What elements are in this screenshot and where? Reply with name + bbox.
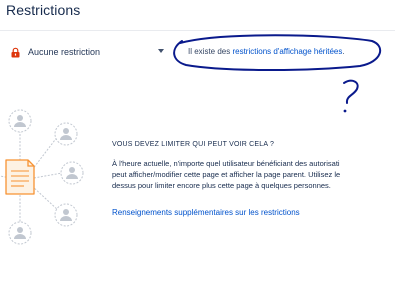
info-body: À l'heure actuelle, n'importe quel utili… (112, 158, 395, 191)
info-line: peut afficher/modifier cette page et aff… (112, 170, 341, 179)
inherited-restrictions-notice: Il existe des restrictions d'affichage h… (188, 47, 345, 56)
page-title: Restrictions (6, 2, 81, 18)
annotation-question-dot (343, 109, 347, 113)
user-icon-top-left (8, 109, 32, 133)
user-icon-bottom-right (54, 203, 78, 227)
info-line: dessus pour limiter encore plus cette pa… (112, 181, 331, 190)
red-lock-icon (10, 47, 21, 58)
restriction-select[interactable]: Aucune restriction (6, 40, 168, 64)
chevron-down-icon (158, 49, 164, 53)
restriction-illustration (0, 109, 84, 245)
user-icon-bottom-left (8, 221, 32, 245)
inherited-notice-suffix: . (342, 47, 345, 56)
document-icon (5, 159, 35, 195)
restriction-select-value: Aucune restriction (28, 47, 101, 57)
inherited-restrictions-link[interactable]: restrictions d'affichage héritées (232, 47, 342, 56)
user-icon-middle-right (60, 161, 84, 185)
annotation-question-mark (343, 79, 359, 104)
inherited-notice-prefix: Il existe des (188, 47, 233, 56)
info-line: À l'heure actuelle, n'importe quel utili… (112, 159, 340, 168)
header-divider (0, 30, 395, 31)
user-icon-top-right (54, 122, 78, 146)
more-info-link[interactable]: Renseignements supplémentaires sur les r… (112, 208, 300, 217)
info-heading: VOUS DEVEZ LIMITER QUI PEUT VOIR CELA ? (112, 141, 275, 148)
